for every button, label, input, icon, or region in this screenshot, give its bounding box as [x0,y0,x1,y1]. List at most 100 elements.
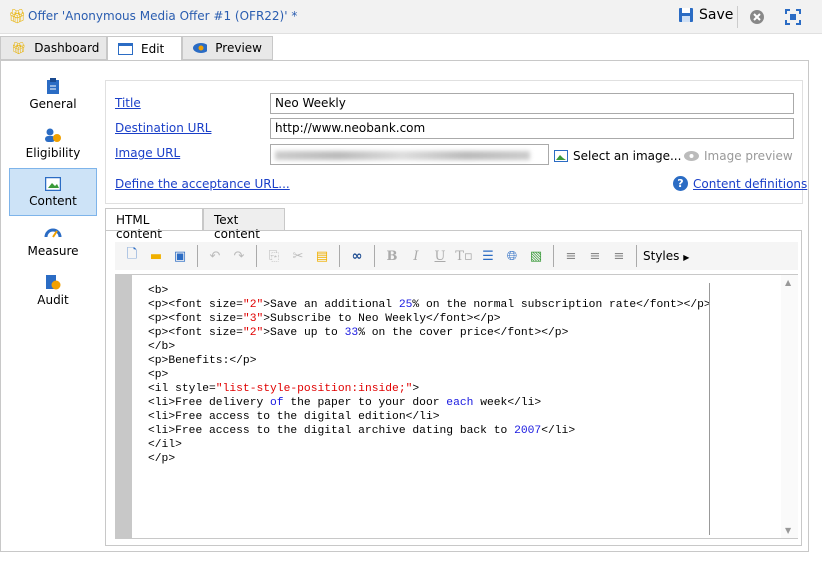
insert-image-icon[interactable]: ▧ [525,245,547,267]
nav-content[interactable]: Content [9,168,97,216]
scroll-down-icon[interactable]: ▼ [785,526,791,535]
image-icon [554,150,568,162]
code-token: >Save up to [263,327,345,339]
help-icon: ? [673,176,688,191]
align-left-icon[interactable]: ≡ [560,245,582,267]
destination-url-label[interactable]: Destination URL [115,121,211,135]
align-center-icon[interactable]: ≡ [584,245,606,267]
clear-format-icon[interactable]: T▫ [453,245,475,267]
code-token: <p><font size= [148,313,243,325]
image-icon [45,176,61,191]
undo-icon[interactable]: ↶ [204,245,226,267]
styles-label: Styles [643,249,680,263]
divider [339,245,340,267]
align-right-icon[interactable]: ≡ [608,245,630,267]
save-icon [679,8,693,22]
save-icon[interactable]: ▣ [169,245,191,267]
tab-html-content[interactable]: HTML content [105,208,203,241]
code-line: </il> [148,438,711,452]
tab-label: Preview [215,41,262,55]
code-token: "2" [242,327,264,339]
code-token: <p><font size= [148,299,243,311]
code-token: "list-style-position:inside;" [215,383,413,395]
vertical-scrollbar[interactable]: ▲ ▼ [781,275,798,538]
nav-eligibility[interactable]: Eligibility [9,119,97,167]
new-document-icon[interactable]: 🗋︎ [121,245,143,267]
gauge-icon [44,228,62,238]
destination-url-input[interactable]: http://www.neobank.com [270,118,794,139]
scroll-up-icon[interactable]: ▲ [785,278,791,287]
nav-general[interactable]: General [9,70,97,118]
code-line: <li>Free access to the digital edition</… [148,410,711,424]
tab-label: Edit [141,41,165,56]
paste-icon[interactable]: ▤ [311,245,333,267]
divider [737,6,738,28]
tab-dashboard[interactable]: 🎁︎ Dashboard [0,36,107,60]
code-token: </li> [541,425,576,437]
code-token: <p>Benefits:</p> [148,355,257,367]
divider [374,245,375,267]
content-definitions-link[interactable]: ? Content definitions [673,176,807,191]
underline-icon[interactable]: U [429,245,451,267]
select-image-button[interactable]: Select an image... [554,149,681,163]
find-binoculars-icon[interactable]: ∞ [346,245,368,267]
code-token: 2007 [514,425,542,437]
code-line: <li>Free delivery of the paper to your d… [148,396,711,410]
content-definitions-label: Content definitions [693,176,808,191]
code-token: </il> [148,439,182,451]
code-token: <p> [148,369,169,381]
image-url-label[interactable]: Image URL [115,146,180,160]
code-line: <p><font size="3">Subscribe to Neo Weekl… [148,312,711,326]
code-token: "3" [242,313,264,325]
editor-gutter [116,275,132,538]
nav-label: Measure [27,243,79,258]
users-icon [45,128,61,142]
image-preview-button[interactable]: Image preview [684,149,793,163]
code-token: the paper to your door [283,397,447,409]
code-token: "2" [242,299,264,311]
tab-text-content[interactable]: Text content [203,208,285,241]
title-label[interactable]: Title [115,96,141,110]
cancel-icon[interactable] [750,10,764,24]
italic-icon[interactable]: I [405,245,427,267]
clipboard-icon [47,77,59,94]
code-line: <p><font size="2">Save up to 33% on the … [148,326,711,340]
nav-label: Content [29,193,77,208]
bold-icon[interactable]: B [381,245,403,267]
copy-icon[interactable]: ⎘ [263,245,285,267]
code-line: <p>Benefits:</p> [148,354,711,368]
nav-audit[interactable]: Audit [9,266,97,314]
editor-toolbar: 🗋︎ ▬ ▣ ↶ ↷ ⎘ ✂ ▤ ∞ B I U T▫ ☰ 🌐︎ ▧ ≡ ≡ ≡… [115,242,798,270]
window-icon [118,42,133,55]
offer-gift-icon: 🎁︎ [8,9,26,25]
nav-label: Audit [37,292,69,307]
html-code-editor[interactable]: <b> <p><font size="2">Save an additional … [115,274,798,539]
caret-right-icon: ▶ [683,253,690,262]
title-input[interactable]: Neo Weekly [270,93,794,114]
code-token: <li>Free delivery [148,397,271,409]
divider [197,245,198,267]
save-button[interactable]: Save [678,7,733,23]
styles-dropdown[interactable]: Styles ▶ [643,249,689,263]
bullet-list-icon[interactable]: ☰ [477,245,499,267]
select-image-label: Select an image... [573,149,682,163]
print-margin-line [709,283,710,535]
maximize-icon[interactable] [785,9,801,25]
cut-icon[interactable]: ✂ [287,245,309,267]
nav-measure[interactable]: Measure [9,217,97,265]
redo-icon[interactable]: ↷ [228,245,250,267]
code-token: <b> [148,285,169,297]
tab-preview[interactable]: Preview [182,36,273,60]
code-token: <li>Free access to the digital edition</… [148,411,440,423]
image-url-input[interactable] [270,144,549,165]
tab-edit[interactable]: Edit [107,36,182,61]
code-token: > [412,383,420,395]
audit-icon [46,274,61,289]
open-folder-icon[interactable]: ▬ [145,245,167,267]
insert-link-icon[interactable]: 🌐︎ [501,245,523,267]
nav-label: General [29,96,77,111]
code-token: <il style= [148,383,216,395]
code-token: </b> [148,341,176,353]
code-lines: <b> <p><font size="2">Save an additional … [148,284,711,466]
acceptance-url-link[interactable]: Define the acceptance URL... [115,177,290,191]
